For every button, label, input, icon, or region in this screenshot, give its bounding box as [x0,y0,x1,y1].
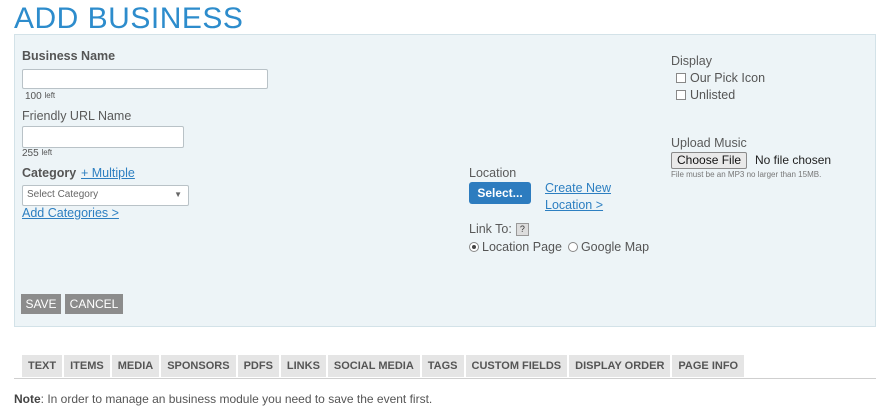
link-to-label-row: Link To:? [469,222,529,237]
friendly-url-label: Friendly URL Name [22,109,132,123]
location-page-radio-label: Location Page [482,240,562,254]
tab-pdfs[interactable]: PDFS [237,355,279,377]
business-name-counter-unit: left [44,91,56,100]
tab-media[interactable]: MEDIA [111,355,160,377]
business-name-counter-number: 100 [25,91,42,102]
tab-social-media[interactable]: SOCIAL MEDIA [327,355,420,377]
google-map-radio-label: Google Map [580,240,650,254]
add-categories-link[interactable]: Add Categories > [22,206,119,220]
multiple-category-link[interactable]: + Multiple [81,166,135,180]
unlisted-option: Unlisted [676,88,735,102]
cancel-button[interactable]: CANCEL [65,294,123,314]
location-select-button[interactable]: Select... [469,182,531,204]
file-status-text: No file chosen [755,153,832,167]
friendly-url-counter: 255 left [22,148,52,159]
our-pick-icon-label: Our Pick Icon [690,71,766,85]
location-page-radio[interactable] [469,242,479,252]
tab-custom-fields[interactable]: CUSTOM FIELDS [465,355,568,377]
unlisted-checkbox[interactable] [676,90,686,100]
tab-tags[interactable]: TAGS [421,355,464,377]
tab-sponsors[interactable]: SPONSORS [161,355,236,377]
business-name-input[interactable] [22,69,268,89]
create-location-link-line2[interactable]: Location > [545,198,603,212]
tabs-divider [14,378,876,379]
note-prefix: Note [14,392,41,406]
category-select[interactable]: Select Category ▼ [22,185,189,206]
tab-text[interactable]: TEXT [22,355,63,377]
category-select-value: Select Category [27,189,99,200]
tab-display-order[interactable]: DISPLAY ORDER [569,355,671,377]
tab-page-info[interactable]: PAGE INFO [672,355,745,377]
link-to-options: Location Page Google Map [469,240,649,254]
business-name-label: Business Name [22,49,116,63]
our-pick-icon-option: Our Pick Icon [676,71,765,85]
choose-file-button[interactable]: Choose File [671,152,748,169]
friendly-url-input[interactable] [22,126,184,148]
save-first-note: Note: In order to manage an business mod… [14,392,432,406]
business-form-panel: Business Name 100 left Friendly URL Name… [14,34,876,327]
music-hint: File must be an MP3 no larger than 15MB. [671,170,822,179]
section-tabs: TEXT ITEMS MEDIA SPONSORS PDFS LINKS SOC… [22,355,745,377]
tab-items[interactable]: ITEMS [64,355,110,377]
save-button[interactable]: SAVE [21,294,61,314]
page-title: ADD BUSINESS [14,2,244,35]
chevron-down-icon: ▼ [174,190,182,199]
note-text: : In order to manage an business module … [40,392,433,406]
create-location-link-line1[interactable]: Create New [545,181,611,195]
google-map-radio[interactable] [567,242,578,252]
friendly-url-counter-number: 255 [22,148,39,159]
friendly-url-counter-unit: left [41,148,53,157]
link-to-label: Link To: [469,222,512,236]
business-name-counter: 100 left [25,91,55,102]
location-label: Location [469,166,517,180]
our-pick-icon-checkbox[interactable] [676,73,686,83]
display-label: Display [671,54,712,68]
help-icon[interactable]: ? [515,223,529,237]
upload-music-label: Upload Music [671,136,747,150]
category-label: Category [22,166,77,180]
tab-links[interactable]: LINKS [280,355,326,377]
unlisted-label: Unlisted [690,88,736,102]
